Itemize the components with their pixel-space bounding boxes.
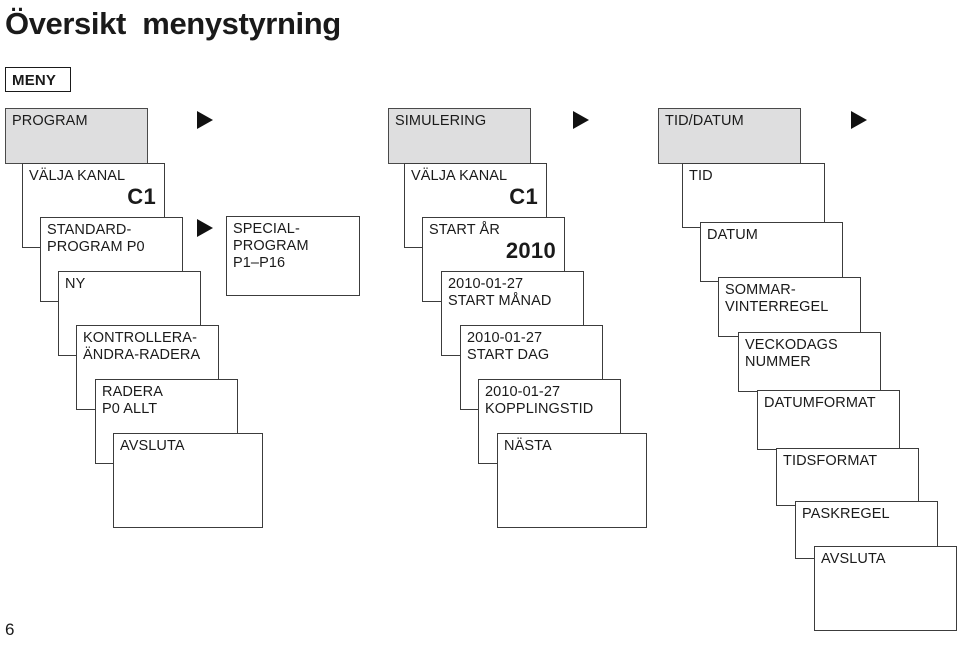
card-line1: SOMMAR- bbox=[725, 282, 796, 298]
card-line1: DATUMFORMAT bbox=[764, 395, 876, 411]
card-value: 2010 bbox=[505, 238, 556, 263]
card-tiddatum-datumformat[interactable]: DATUMFORMAT bbox=[757, 390, 900, 450]
card-line1: 2010-01-27 bbox=[448, 276, 524, 292]
card-line1: AVSLUTA bbox=[821, 551, 886, 567]
card-line1: 2010-01-27 bbox=[485, 384, 561, 400]
card-tiddatum-tid[interactable]: TID bbox=[682, 163, 825, 228]
menu-overview-page: Översikt menystyrning MENY PROGRAM VÄLJA… bbox=[0, 0, 960, 650]
card-value: C1 bbox=[509, 184, 538, 209]
card-line1: DATUM bbox=[707, 227, 758, 243]
card-line1: VÄLJA KANAL bbox=[29, 168, 126, 184]
card-tiddatum-veckodagsnummer[interactable]: VECKODAGS NUMMER bbox=[738, 332, 881, 392]
card-value: C1 bbox=[127, 184, 156, 209]
root-box-simulering-label: SIMULERING bbox=[395, 113, 487, 129]
meny-tag: MENY bbox=[5, 67, 71, 92]
card-line2: PROGRAM bbox=[233, 238, 309, 254]
card-line1: SPECIAL- bbox=[233, 221, 300, 237]
card-line1: PASKREGEL bbox=[802, 506, 890, 522]
card-line2: NUMMER bbox=[745, 354, 811, 370]
card-line1: NY bbox=[65, 276, 86, 292]
card-line2: ÄNDRA-RADERA bbox=[83, 347, 201, 363]
card-line2: PROGRAM P0 bbox=[47, 239, 145, 255]
card-specialprogram[interactable]: SPECIAL- PROGRAM P1–P16 bbox=[226, 216, 360, 296]
page-title: Översikt menystyrning bbox=[5, 6, 341, 41]
card-simulering-nasta[interactable]: NÄSTA bbox=[497, 433, 647, 528]
arrow-standardprogram-to-specialprogram-icon bbox=[197, 219, 213, 237]
meny-tag-label: MENY bbox=[12, 72, 57, 89]
card-line2: P0 ALLT bbox=[102, 401, 158, 417]
arrow-tiddatum-next-icon bbox=[851, 111, 867, 129]
arrow-simulering-to-tiddatum-icon bbox=[573, 111, 589, 129]
root-box-program[interactable]: PROGRAM bbox=[5, 108, 148, 164]
card-line2: START MÅNAD bbox=[448, 293, 552, 309]
card-line2: START DAG bbox=[467, 347, 550, 363]
card-line1: AVSLUTA bbox=[120, 438, 185, 454]
card-line1: TIDSFORMAT bbox=[783, 453, 878, 469]
card-tiddatum-sommar-vinterregel[interactable]: SOMMAR- VINTERREGEL bbox=[718, 277, 861, 337]
card-line1: 2010-01-27 bbox=[467, 330, 543, 346]
card-line1: VECKODAGS bbox=[745, 337, 838, 353]
card-tiddatum-avsluta[interactable]: AVSLUTA bbox=[814, 546, 957, 631]
root-box-program-label: PROGRAM bbox=[12, 113, 88, 129]
page-number: 6 bbox=[5, 620, 15, 639]
card-line3: P1–P16 bbox=[233, 255, 286, 271]
card-program-avsluta[interactable]: AVSLUTA bbox=[113, 433, 263, 528]
card-tiddatum-tidsformat[interactable]: TIDSFORMAT bbox=[776, 448, 919, 506]
card-line1: TID bbox=[689, 168, 713, 184]
card-tiddatum-datum[interactable]: DATUM bbox=[700, 222, 843, 282]
card-line2: VINTERREGEL bbox=[725, 299, 829, 315]
card-line1: VÄLJA KANAL bbox=[411, 168, 508, 184]
root-box-simulering[interactable]: SIMULERING bbox=[388, 108, 531, 164]
card-line2: KOPPLINGSTID bbox=[485, 401, 594, 417]
card-line1: NÄSTA bbox=[504, 438, 552, 454]
root-box-tid-datum[interactable]: TID/DATUM bbox=[658, 108, 801, 164]
card-line1: KONTROLLERA- bbox=[83, 330, 197, 346]
root-box-tid-datum-label: TID/DATUM bbox=[665, 113, 744, 129]
card-line1: START ÅR bbox=[429, 222, 500, 238]
card-line1: RADERA bbox=[102, 384, 164, 400]
arrow-program-to-simulering-icon bbox=[197, 111, 213, 129]
card-line1: STANDARD- bbox=[47, 222, 132, 238]
